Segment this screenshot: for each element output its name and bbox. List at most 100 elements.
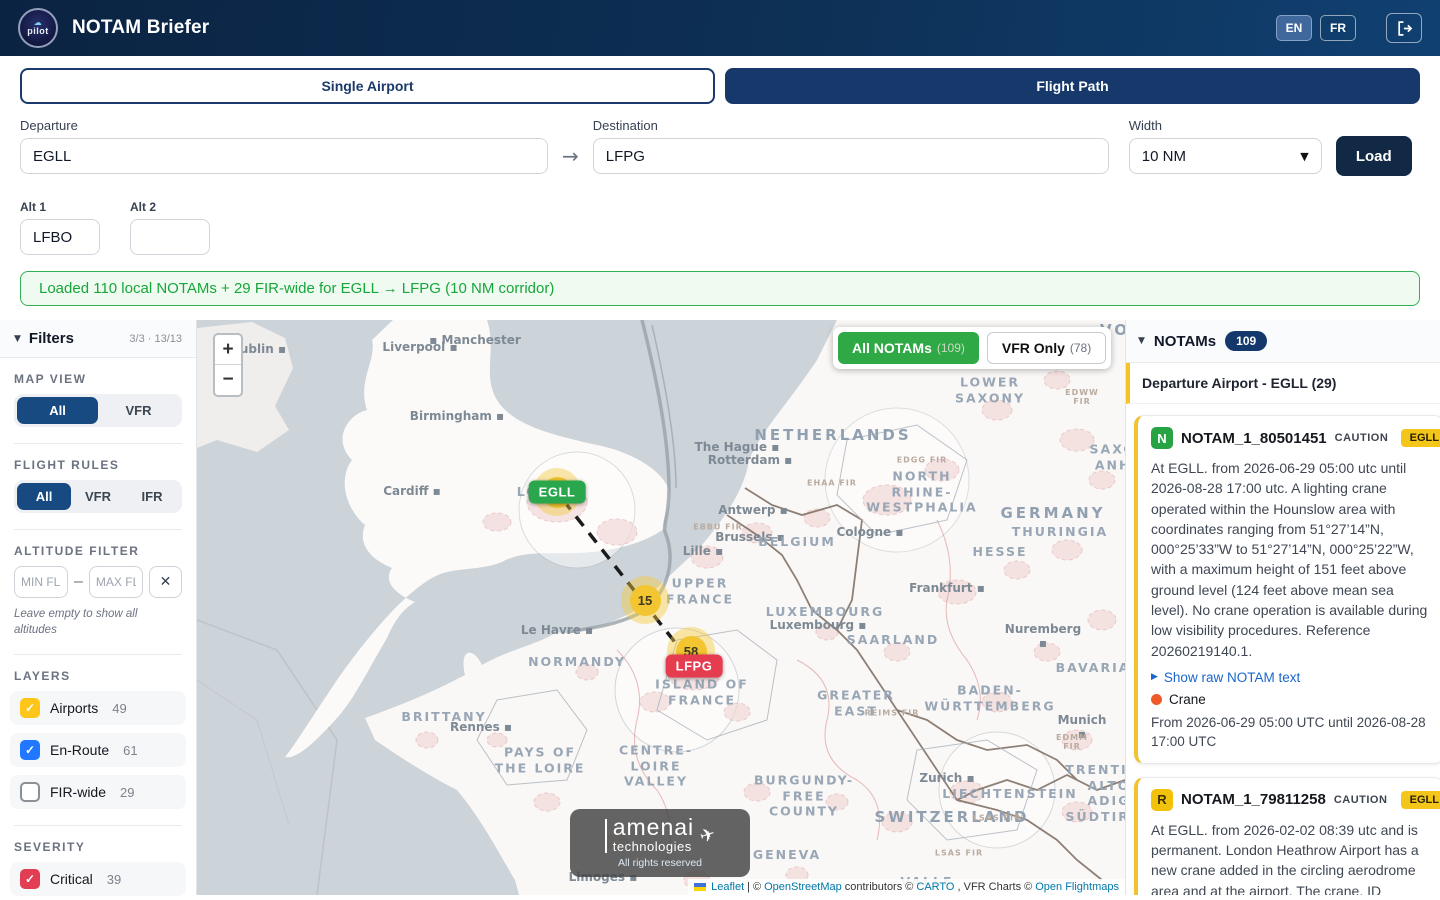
airport-marker-egll[interactable]: EGLL	[529, 481, 586, 504]
vfr-charts-text: , VFR Charts ©	[958, 881, 1033, 893]
map-label: EDMM FIR	[1046, 733, 1099, 751]
layers-list: ✓Airports49✓En-Route61FIR-wide29	[0, 691, 196, 809]
notam-type-badge: N	[1151, 427, 1173, 449]
flight-rules-all-option[interactable]: All	[17, 483, 71, 510]
map-view-all-option[interactable]: All	[17, 397, 98, 424]
notam-body-text: At EGLL. from 2026-06-29 05:00 utc until…	[1151, 458, 1430, 661]
carto-link[interactable]: CARTO	[916, 881, 954, 893]
flight-rules-segment: All VFR IFR	[14, 480, 182, 513]
show-raw-notam-label: Show raw NOTAM text	[1164, 670, 1300, 685]
layer-row-en-route[interactable]: ✓ En-Route 61	[10, 733, 186, 767]
map-view-vfr-option[interactable]: VFR	[98, 397, 179, 424]
notam-panel: ▼ NOTAMs 109 Departure Airport - EGLL (2…	[1125, 320, 1440, 895]
map-label: CENTRE- LOIRE VALLEY	[619, 743, 693, 790]
alt2-label: Alt 2	[130, 200, 210, 214]
notam-card[interactable]: N NOTAM_1_80501451 CAUTION EGLL At EGLL.…	[1134, 415, 1440, 764]
filters-counts: 3/3 · 13/13	[129, 333, 182, 345]
alt2-input[interactable]	[130, 219, 210, 255]
logout-button[interactable]	[1386, 13, 1422, 43]
map-label: BURGUNDY- FREE COUNTY	[754, 773, 854, 820]
map-label: Birmingham ▪	[410, 409, 504, 423]
severity-label: Critical	[50, 871, 93, 887]
watermark-bar	[605, 819, 607, 853]
all-notams-toggle[interactable]: All NOTAMs (109)	[838, 332, 979, 364]
severity-row-critical[interactable]: ✓Critical39	[10, 862, 186, 896]
notam-card[interactable]: R NOTAM_1_79811258 CAUTION EGLL At EGLL.…	[1134, 777, 1440, 895]
departure-input[interactable]	[20, 138, 548, 174]
tab-single-airport[interactable]: Single Airport	[20, 68, 715, 104]
severity-label: CAUTION	[1334, 794, 1388, 806]
flight-rules-vfr-option[interactable]: VFR	[71, 483, 125, 510]
width-label: Width	[1129, 118, 1322, 133]
clear-altitude-button[interactable]: ✕	[149, 566, 182, 598]
notam-title: NOTAM_1_80501451	[1181, 430, 1327, 447]
openflightmaps-link[interactable]: Open Flightmaps	[1035, 881, 1119, 893]
osm-link[interactable]: OpenStreetMap	[764, 881, 842, 893]
map-label: EDGG FIR	[897, 456, 948, 465]
max-fl-input[interactable]	[89, 566, 143, 598]
layer-row-fir-wide[interactable]: FIR-wide29	[10, 775, 186, 809]
map-label: BAVARIA	[1056, 660, 1125, 676]
layer-label: En-Route	[50, 742, 109, 758]
notam-total-badge: 109	[1225, 331, 1267, 351]
map-label: Le Havre ▪	[521, 623, 593, 637]
checkbox-icon[interactable]: ✓	[20, 869, 40, 889]
checkbox-icon[interactable]	[20, 782, 40, 802]
layer-row-airports[interactable]: ✓Airports49	[10, 691, 186, 725]
map-label: SWITZERLAND	[874, 808, 1029, 826]
map-label: LSAS FIR	[973, 814, 1021, 823]
divider	[14, 825, 182, 826]
map-label: Rennes ▪	[450, 720, 512, 734]
layer-count: 61	[123, 743, 137, 758]
alt1-label: Alt 1	[20, 200, 100, 214]
route-arrow-icon: →	[562, 144, 579, 174]
checkbox-icon[interactable]: ✓	[20, 740, 40, 760]
category-dot-icon	[1151, 694, 1162, 705]
layers-label: LAYERS	[14, 669, 182, 683]
checkbox-icon[interactable]: ✓	[20, 698, 40, 718]
tab-flight-path[interactable]: Flight Path	[725, 68, 1420, 104]
divider	[14, 443, 182, 444]
watermark-rights: All rights reserved	[618, 857, 702, 869]
vfr-only-count: (78)	[1070, 341, 1091, 355]
filters-header[interactable]: ▼ Filters 3/3 · 13/13	[0, 320, 196, 358]
notam-cluster[interactable]: 15	[621, 576, 669, 624]
lang-en-button[interactable]: EN	[1276, 15, 1312, 41]
cluster-count: 15	[630, 585, 661, 616]
notam-type-badge: R	[1151, 789, 1173, 811]
map-label: PAYS OF THE LOIRE	[495, 744, 586, 775]
notam-panel-header[interactable]: ▼ NOTAMs 109	[1126, 320, 1440, 363]
alt1-input[interactable]	[20, 219, 100, 255]
map-canvas[interactable]: Dublin ▪Liverpool ▪▪ ManchesterBirmingha…	[197, 320, 1125, 895]
leaflet-link[interactable]: Leaflet	[711, 881, 744, 893]
zoom-in-button[interactable]: +	[215, 335, 241, 365]
collapse-caret-icon: ▼	[1138, 336, 1145, 346]
load-button[interactable]: Load	[1336, 136, 1412, 176]
app-title: NOTAM Briefer	[72, 17, 209, 39]
map-label: BELGIUM	[758, 534, 836, 550]
zoom-out-button[interactable]: −	[215, 365, 241, 395]
notam-section-header: Departure Airport - EGLL (29)	[1126, 363, 1440, 404]
destination-input[interactable]	[593, 138, 1109, 174]
width-select[interactable]: 10 NM ▼	[1129, 138, 1322, 174]
map-label: Munich ▪	[1058, 713, 1107, 741]
plane-icon: ✈	[697, 823, 718, 848]
map-label: NETHERLANDS	[754, 426, 911, 444]
map-label: LSAS FIR	[935, 849, 983, 858]
map-label: BADEN- WÜRTTEMBERG	[924, 682, 1055, 713]
app-logo: ☁ pilot	[18, 8, 58, 48]
show-raw-notam-link[interactable]: ▶ Show raw NOTAM text	[1151, 670, 1430, 685]
vfr-only-toggle[interactable]: VFR Only (78)	[987, 332, 1106, 364]
lang-fr-button[interactable]: FR	[1320, 15, 1356, 41]
airport-marker-lfpg[interactable]: LFPG	[666, 655, 723, 678]
divider	[14, 654, 182, 655]
contributors-text: contributors ©	[845, 881, 914, 893]
min-fl-input[interactable]	[14, 566, 68, 598]
flight-rules-ifr-option[interactable]: IFR	[125, 483, 179, 510]
logout-icon	[1396, 20, 1413, 37]
map-label: Zurich ▪	[919, 771, 974, 785]
map-label: Rotterdam ▪	[708, 453, 793, 467]
severity-label: SEVERITY	[14, 840, 182, 854]
airport-badge: EGLL	[1401, 791, 1440, 809]
map-label: Antwerp ▪	[718, 503, 788, 517]
